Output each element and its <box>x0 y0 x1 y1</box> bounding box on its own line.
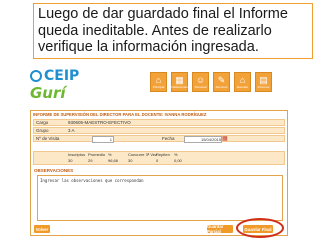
instruction-callout: Luego de dar guardado final el Informe q… <box>33 3 313 59</box>
toolbar-label: Instituciones <box>171 84 188 89</box>
stat-header: Promedio <box>88 152 106 157</box>
people-icon: ☺ <box>195 74 206 85</box>
toolbar-instituciones-button[interactable]: ▦ Instituciones <box>171 72 188 92</box>
stat-value: 30 <box>128 158 133 163</box>
guardar-parcial-label: Guardar Parcial <box>207 224 224 234</box>
grupo-value: 3 A <box>68 128 75 133</box>
toolbar-label: Principal <box>152 84 165 89</box>
observaciones-text: Ingresar las observaciones que correspon… <box>40 178 144 183</box>
cargo-label: Cargo <box>36 120 49 125</box>
stat-header: Repiten <box>156 152 170 157</box>
toolbar-principal-button[interactable]: ⌂ Principal <box>150 72 167 92</box>
toolbar-label: Alumnos <box>215 84 228 89</box>
home-icon: ⌂ <box>155 74 162 85</box>
toolbar-informes-button[interactable]: ▤ Informes <box>255 72 272 92</box>
ceip-logo: CEIP <box>30 68 79 84</box>
grupo-label: Grupo <box>36 128 49 133</box>
calendar-icon[interactable]: ▦ <box>222 135 228 142</box>
stat-value: 30 <box>68 158 73 163</box>
stat-value: 96,66 <box>108 158 119 163</box>
building-icon: ▦ <box>175 74 184 85</box>
ceip-mark-icon <box>30 70 42 82</box>
cargo-row: Cargo 930605-MAESTRO-EFECTIVO <box>33 119 285 126</box>
volver-button[interactable]: Volver <box>34 225 50 233</box>
guardar-parcial-button[interactable]: Guardar Parcial <box>207 224 233 234</box>
stat-header: % <box>108 152 112 157</box>
visita-value: 1 <box>109 137 112 142</box>
supervision-form: INFORME DE SUPERVISIÓN DEL DIRECTOR PARA… <box>30 110 288 236</box>
guri-logo: Gurí <box>30 84 66 102</box>
volver-label: Volver <box>35 226 49 232</box>
highlight-ring <box>236 218 284 238</box>
toolbar-label: Personal <box>194 84 207 89</box>
stat-value: 0 <box>156 158 159 163</box>
report-icon: ▤ <box>259 74 268 85</box>
toolbar-escuela-button[interactable]: ⌂ Escuela <box>234 72 251 92</box>
toolbar-label: Escuela <box>237 84 248 89</box>
form-title: INFORME DE SUPERVISIÓN DEL DIRECTOR PARA… <box>33 112 207 117</box>
ceip-logo-text: CEIP <box>44 68 80 84</box>
fecha-label: Fecha <box>162 136 175 141</box>
guri-logo-text: Gurí <box>30 84 66 102</box>
stats-row: Inscriptos Promedio % Concurre 3ª Vez Re… <box>33 151 285 165</box>
cargo-value: 930605-MAESTRO-EFECTIVO <box>68 120 131 125</box>
student-icon: ✎ <box>217 74 226 85</box>
toolbar: ⌂ Principal ▦ Instituciones ☺ Personal ✎ Alu… <box>150 72 272 92</box>
grupo-row: Grupo 3 A <box>33 127 285 134</box>
callout-text: Luego de dar guardado final el Informe q… <box>38 6 288 55</box>
stat-value: 29 <box>88 158 93 163</box>
observaciones-textarea[interactable]: Ingresar las observaciones que correspon… <box>37 175 283 221</box>
observaciones-title: OBSERVACIONES <box>34 168 74 173</box>
stat-header: Inscriptos <box>68 152 86 157</box>
visita-row: Nº de Visita 1 Fecha 15/04/2015 ▦ <box>33 135 285 143</box>
visita-label: Nº de Visita <box>36 136 60 141</box>
toolbar-personal-button[interactable]: ☺ Personal <box>192 72 209 92</box>
toolbar-alumnos-button[interactable]: ✎ Alumnos <box>213 72 230 92</box>
stat-header: Concurre 3ª Vez <box>128 152 158 157</box>
fecha-input[interactable]: 15/04/2015 <box>184 136 222 143</box>
toolbar-label: Informes <box>257 84 270 89</box>
school-icon: ⌂ <box>239 74 246 85</box>
stat-value: 0,00 <box>174 158 182 163</box>
stat-header: % <box>174 152 178 157</box>
visita-input[interactable]: 1 <box>92 136 114 143</box>
